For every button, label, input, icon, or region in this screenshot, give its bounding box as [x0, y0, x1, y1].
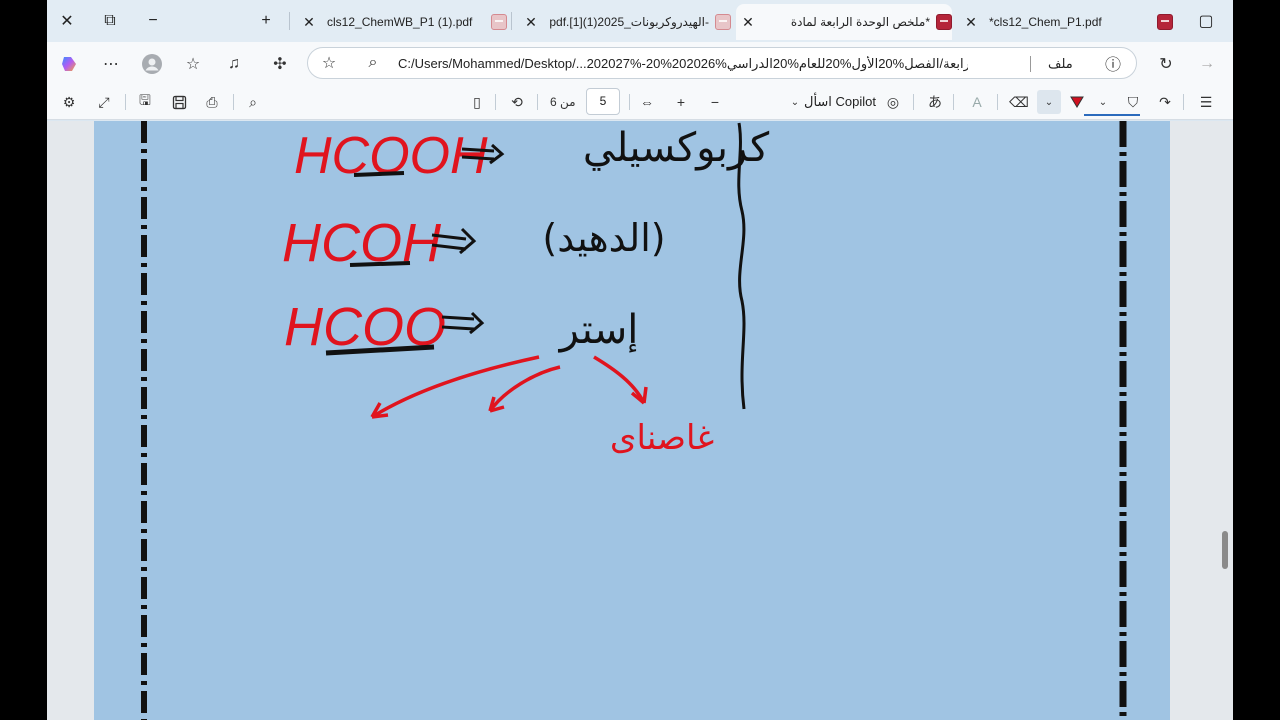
- handwritten-notes: HCOOH كربوكسيلي HCOH (الدهيد) HCOO إستر: [141, 121, 1127, 720]
- fit-width-icon[interactable]: ⇔: [635, 90, 659, 114]
- page-number-input[interactable]: 5: [586, 88, 620, 115]
- label-carboxyl: كربوكسيلي: [583, 125, 770, 171]
- screen-border-left: [0, 0, 47, 720]
- more-options-icon[interactable]: ⋯: [98, 51, 124, 77]
- zoom-out-icon[interactable]: −: [703, 90, 727, 114]
- favorites-icon[interactable]: ☆: [180, 51, 206, 77]
- scroll-thumb[interactable]: [1222, 531, 1228, 569]
- expand-icon[interactable]: ⤢: [92, 90, 116, 114]
- address-bar[interactable]: ☆ ⌕ C:/Users/Mohammed/Desktop/...ملخ/الو…: [307, 47, 1137, 79]
- close-tab-icon[interactable]: ✕: [736, 14, 760, 31]
- minimize-icon[interactable]: −: [140, 8, 166, 34]
- pdf-file-icon: [715, 14, 731, 30]
- draw-pen-icon[interactable]: [1065, 90, 1089, 114]
- copilot-icon[interactable]: ◎: [881, 90, 905, 114]
- tab-title: *cls12_Chem_P1.pdf: [989, 15, 1102, 29]
- underline-2: [349, 261, 411, 267]
- formula-hcooh: HCOOH: [294, 127, 488, 185]
- tab-list-icon[interactable]: ▢: [1193, 8, 1219, 34]
- active-tool-indicator: [1084, 114, 1140, 116]
- pdf-toolbar: ⚙ ⤢ 🖫 ⎙ ⌕ ▯ ⟲ من 6 5 ⇔ + − ⌄ اسأل Copilo…: [47, 84, 1233, 120]
- pdf-file-icon: [491, 14, 507, 30]
- navigation-bar: ⋯ ☆ ♫ ✣ ☆ ⌕ C:/Users/Mohammed/Desktop/..…: [47, 42, 1233, 84]
- pdf-file-icon: [936, 14, 952, 30]
- refresh-icon[interactable]: ↻: [1153, 51, 1179, 77]
- close-tab-icon[interactable]: ✕: [959, 14, 983, 31]
- pdf-file-icon: [1157, 14, 1173, 30]
- underline-1: [353, 171, 405, 177]
- save-as-icon[interactable]: 🖫: [133, 90, 157, 114]
- highlight-dropdown-icon[interactable]: ⌄: [1091, 90, 1115, 114]
- url-text: C:/Users/Mohammed/Desktop/...ملخ/الوحدة%…: [398, 56, 968, 71]
- zoom-search-icon[interactable]: ⌕: [360, 50, 386, 76]
- zoom-in-icon[interactable]: +: [669, 90, 693, 114]
- tab-title: cls12_ChemWB_P1 (1).pdf: [327, 15, 473, 29]
- copilot-icon[interactable]: [57, 51, 83, 77]
- page-count: من 6: [550, 95, 576, 109]
- tab-title: *ملخص الوحدة الرابعة لمادة: [790, 15, 930, 29]
- tab-hydrocarbons[interactable]: ✕ -الهيدروكربونات_2025(1)[1].pdf: [519, 4, 731, 40]
- draw-dropdown-icon[interactable]: ⌄: [1037, 90, 1061, 114]
- redo-icon[interactable]: ↷: [1153, 90, 1177, 114]
- tab-chemwb[interactable]: ✕ cls12_ChemWB_P1 (1).pdf: [297, 4, 507, 40]
- pdf-viewport: HCOOH كربوكسيلي HCOH (الدهيد) HCOO إستر: [47, 121, 1233, 720]
- red-arrow-middle: [488, 365, 561, 413]
- eraser-icon[interactable]: ⌫: [1007, 90, 1031, 114]
- vertical-scrollbar[interactable]: [1218, 121, 1233, 720]
- page-view-icon[interactable]: ▯: [465, 90, 489, 114]
- label-red-note: غاصناى: [610, 418, 714, 458]
- tab-actions-icon[interactable]: ⧉: [97, 8, 123, 34]
- search-icon[interactable]: ⌕: [241, 90, 265, 114]
- profile-avatar[interactable]: [139, 51, 165, 77]
- read-aloud-icon[interactable]: ♫: [221, 51, 247, 77]
- new-tab-icon[interactable]: +: [253, 8, 279, 34]
- site-info-icon[interactable]: ⓘ: [1100, 50, 1126, 76]
- close-window-icon[interactable]: ✕: [54, 8, 80, 34]
- highlight-icon[interactable]: ⛉: [1121, 90, 1145, 114]
- label-ester: إستر: [558, 307, 639, 353]
- contents-icon[interactable]: ☰: [1194, 90, 1218, 114]
- forward-icon: →: [1199, 55, 1215, 72]
- pdf-page[interactable]: HCOOH كربوكسيلي HCOH (الدهيد) HCOO إستر: [94, 121, 1170, 720]
- file-scheme-label: ملف: [1048, 56, 1073, 71]
- print-icon[interactable]: ⎙: [200, 90, 224, 114]
- save-icon[interactable]: [167, 90, 191, 114]
- close-tab-icon[interactable]: ✕: [519, 14, 543, 31]
- rotate-icon[interactable]: ⟲: [505, 90, 529, 114]
- extensions-icon[interactable]: ✣: [267, 51, 293, 77]
- tab-chem-p1[interactable]: ✕ *cls12_Chem_P1.pdf: [959, 4, 1173, 40]
- label-aldehyde: (الدهيد): [542, 216, 665, 260]
- browser-window: ✕ ⧉ − + ✕ cls12_ChemWB_P1 (1).pdf ✕ -اله…: [47, 0, 1233, 720]
- tab-strip: ✕ ⧉ − + ✕ cls12_ChemWB_P1 (1).pdf ✕ -اله…: [47, 0, 1233, 42]
- translate-icon[interactable]: あ: [923, 90, 947, 114]
- add-favorite-icon[interactable]: ☆: [316, 50, 342, 76]
- close-tab-icon[interactable]: ✕: [297, 14, 321, 31]
- tab-title: -الهيدروكربونات_2025(1)[1].pdf: [549, 15, 709, 29]
- ask-copilot-label[interactable]: اسأل Copilot: [804, 94, 876, 110]
- screen-border-right: [1233, 0, 1280, 720]
- tab-unit-summary[interactable]: ✕ *ملخص الوحدة الرابعة لمادة: [736, 4, 952, 40]
- text-icon: A: [972, 94, 982, 110]
- settings-icon[interactable]: ⚙: [57, 90, 81, 114]
- arrow-3: [441, 311, 485, 335]
